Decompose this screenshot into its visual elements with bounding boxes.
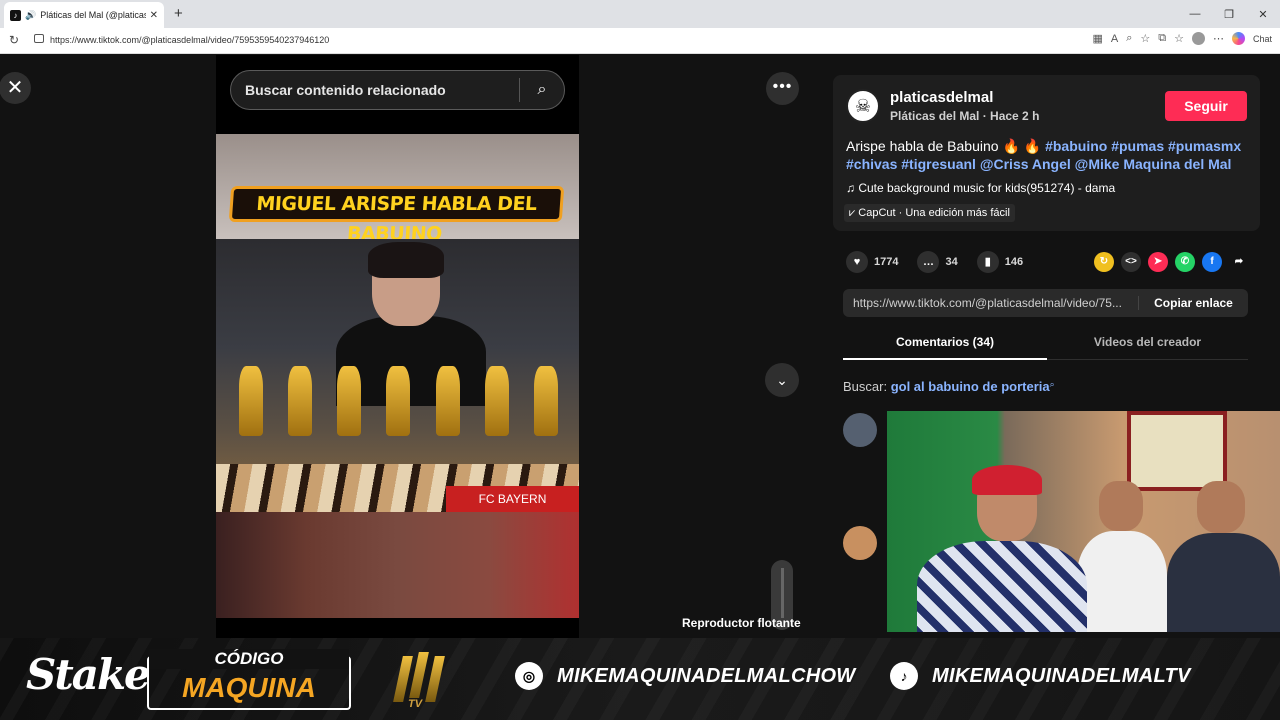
url-field[interactable]: https://www.tiktok.com/@platicasdelmal/v…	[50, 35, 329, 45]
reload-icon[interactable]: ↻	[9, 33, 19, 47]
copilot-icon[interactable]	[1231, 32, 1245, 45]
stream-banner: Stake CÓDIGO MAQUINA TV ◎ MIKEMAQUINADEL…	[0, 638, 1280, 720]
close-tab-icon[interactable]: ✕	[150, 10, 158, 21]
tiktok-handle: ♪ MIKEMAQUINADELMALTV	[890, 662, 1191, 690]
facebook-icon[interactable]: f	[1202, 252, 1222, 272]
site-info-icon[interactable]	[34, 34, 44, 43]
profile-avatar[interactable]	[1191, 32, 1205, 45]
window-controls: — ❐ ✕	[1178, 0, 1280, 28]
send-to-friends-icon[interactable]: ➤	[1148, 252, 1168, 272]
post-description: Arispe habla de Babuino 🔥 🔥 #babuino #pu…	[846, 137, 1246, 173]
comment-search-suggestion[interactable]: Buscar: gol al babuino de porteria⌕	[843, 379, 1055, 394]
more-options-icon[interactable]: •••	[766, 72, 799, 105]
webcam-overlay	[887, 411, 1280, 632]
copy-link-box: https://www.tiktok.com/@platicasdelmal/v…	[843, 289, 1248, 317]
creator-avatar[interactable]: ☠	[846, 89, 880, 123]
favorites-icon[interactable]: ☆	[1174, 32, 1184, 45]
browser-tab-bar: ♪ 🔊 Pláticas del Mal (@platicasdel ✕ + —…	[0, 0, 1280, 28]
tiktok-text: MIKEMAQUINADELMALTV	[932, 664, 1191, 687]
commenter-avatar[interactable]	[843, 413, 877, 447]
related-search-input[interactable]: Buscar contenido relacionado ⌕	[230, 70, 565, 110]
instagram-text: MIKEMAQUINADELMALCHOW	[557, 664, 856, 687]
close-video-icon[interactable]: ✕	[0, 72, 31, 104]
webcam-person	[1077, 481, 1167, 632]
framed-jersey	[1127, 411, 1227, 491]
video-person	[336, 242, 486, 406]
tiktok-icon: ♪	[890, 662, 918, 690]
browser-tab[interactable]: ♪ 🔊 Pláticas del Mal (@platicasdel ✕	[4, 2, 164, 28]
like-count: 1774	[874, 256, 899, 268]
music-note-icon: ♫	[846, 181, 859, 195]
webcam-person	[1167, 481, 1280, 632]
description-text: Arispe habla de Babuino 🔥 🔥	[846, 138, 1046, 154]
jersey-text: FC BAYERN	[446, 486, 579, 512]
video-player[interactable]: MIGUEL ARISPE HABLA DEL BABUINO FC BAYER…	[216, 134, 579, 618]
tab-title: Pláticas del Mal (@platicasdel	[40, 10, 145, 20]
search-icon[interactable]: ⌕	[520, 81, 564, 99]
creator-username[interactable]: platicasdelmal	[890, 89, 993, 106]
browser-toolbar: ▦ A ⌕ ☆ ⧉ ☆ ⋯ Chat	[1092, 32, 1272, 45]
tiktok-favicon-icon: ♪	[10, 9, 21, 21]
read-aloud-icon[interactable]: A	[1111, 33, 1118, 45]
comment-count: 34	[945, 256, 958, 268]
close-window-button[interactable]: ✕	[1246, 0, 1280, 28]
favorite-star-icon[interactable]: ☆	[1140, 32, 1150, 45]
floating-player-label[interactable]: Reproductor flotante	[682, 616, 801, 630]
capcut-badge[interactable]: ⩗ CapCut · Una edición más fácil	[844, 204, 1015, 222]
follow-button[interactable]: Seguir	[1165, 91, 1247, 121]
capcut-text: CapCut · Una edición más fácil	[858, 207, 1010, 219]
engagement-bar: ♥ 1774 … 34 ▮ 146	[846, 251, 1042, 273]
split-screen-icon[interactable]: ⧉	[1158, 32, 1166, 45]
search-small-icon: ⌕	[1049, 379, 1055, 389]
stake-logo: Stake	[26, 650, 151, 699]
comment-button[interactable]: … 34	[917, 251, 958, 273]
channel-logo-tv: TV	[408, 698, 423, 710]
zoom-icon[interactable]: ⌕	[1126, 32, 1132, 45]
minimize-button[interactable]: —	[1178, 0, 1212, 28]
webcam-person	[917, 465, 1087, 632]
repost-icon[interactable]: ↻	[1094, 252, 1114, 272]
instagram-handle: ◎ MIKEMAQUINADELMALCHOW	[515, 662, 856, 690]
chat-label[interactable]: Chat	[1253, 34, 1272, 44]
bookmark-icon: ▮	[976, 251, 999, 273]
comment-icon: …	[917, 251, 940, 273]
video-blur-area	[216, 512, 579, 618]
capcut-icon: ⩗	[849, 207, 859, 219]
search-placeholder: Buscar contenido relacionado	[245, 82, 446, 98]
app-available-icon[interactable]: ▦	[1092, 32, 1102, 45]
next-video-chevron-icon[interactable]: ⌄	[765, 363, 799, 397]
copy-link-button[interactable]: Copiar enlace	[1138, 296, 1248, 310]
channel-logo: TV	[390, 652, 452, 710]
like-button[interactable]: ♥ 1774	[846, 251, 898, 273]
promo-code-label: CÓDIGO	[149, 649, 349, 669]
heart-icon: ♥	[846, 251, 868, 273]
music-link[interactable]: ♫ Cute background music for kids(951274)…	[846, 181, 1115, 195]
share-arrow-icon[interactable]: ➦	[1229, 252, 1249, 272]
promo-code-value: MAQUINA	[182, 672, 316, 703]
address-bar: ↻ https://www.tiktok.com/@platicasdelmal…	[0, 28, 1280, 54]
search-prefix: Buscar:	[843, 379, 888, 394]
embed-icon[interactable]: <>	[1121, 252, 1141, 272]
promo-code-box: CÓDIGO MAQUINA	[147, 649, 351, 710]
tab-creator-videos[interactable]: Videos del creador	[1047, 328, 1248, 360]
commenter-avatar[interactable]	[843, 526, 877, 560]
video-banner-text: MIGUEL ARISPE HABLA DEL BABUINO	[228, 186, 565, 245]
speaker-icon[interactable]: 🔊	[25, 10, 36, 21]
whatsapp-icon[interactable]: ✆	[1175, 252, 1195, 272]
instagram-icon: ◎	[515, 662, 543, 690]
creator-subtitle: Pláticas del Mal · Hace 2 h	[890, 109, 1040, 123]
search-suggestion[interactable]: gol al babuino de porteria	[891, 379, 1050, 394]
more-menu-icon[interactable]: ⋯	[1213, 32, 1224, 45]
video-link[interactable]: https://www.tiktok.com/@platicasdelmal/v…	[843, 296, 1138, 310]
music-title: Cute background music for kids(951274) -…	[858, 181, 1116, 195]
tab-comments[interactable]: Comentarios (34)	[843, 328, 1047, 360]
trophies	[226, 366, 571, 456]
restore-button[interactable]: ❐	[1212, 0, 1246, 28]
screen: ♪ 🔊 Pláticas del Mal (@platicasdel ✕ + —…	[0, 0, 1280, 720]
save-button[interactable]: ▮ 146	[976, 251, 1024, 273]
share-buttons: ↻ <> ➤ ✆ f ➦	[1094, 252, 1249, 272]
panel-tabs: Comentarios (34) Videos del creador	[843, 328, 1248, 360]
new-tab-button[interactable]: +	[174, 5, 183, 22]
save-count: 146	[1004, 256, 1024, 268]
